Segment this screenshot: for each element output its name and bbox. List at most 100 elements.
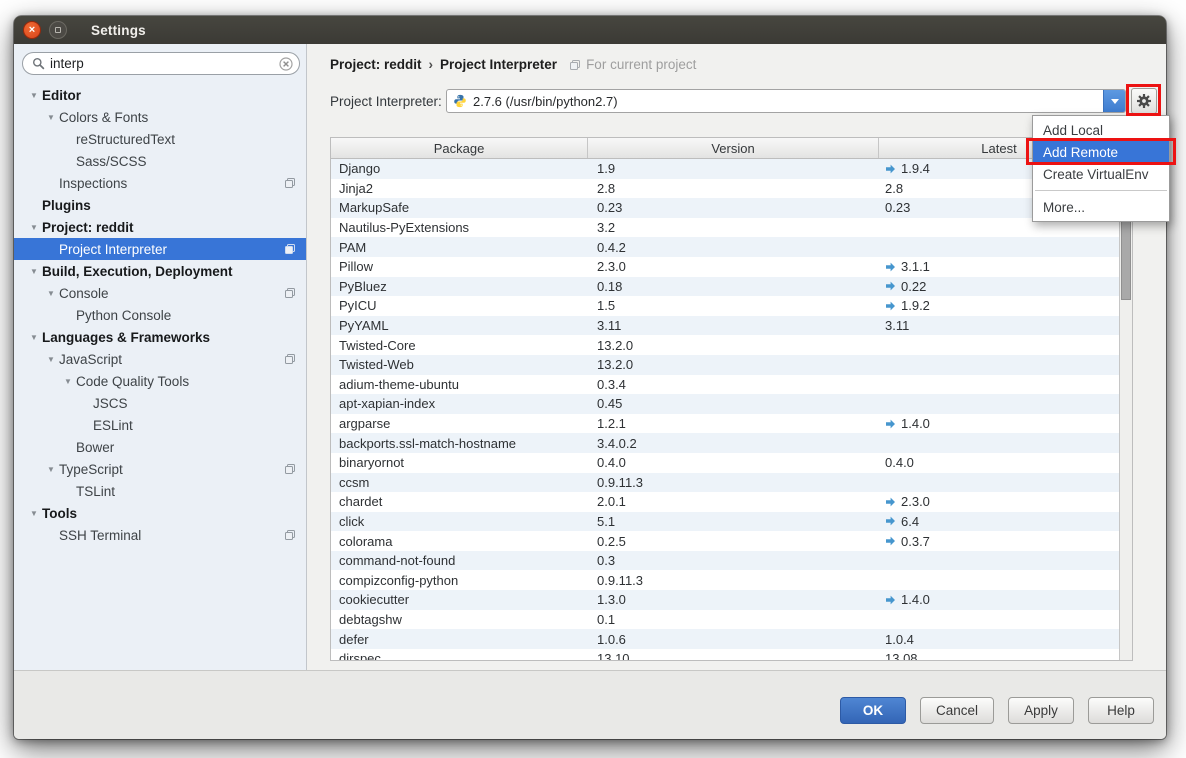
table-row-jinja2[interactable]: Jinja22.82.8 <box>331 179 1119 199</box>
annotation-box-gear <box>1126 84 1161 116</box>
sidebar-item-jscs[interactable]: JSCS <box>14 392 306 414</box>
package-version: 5.1 <box>588 514 879 529</box>
breadcrumb: Project: reddit › Project Interpreter Fo… <box>330 57 696 72</box>
package-latest: 3.11 <box>879 318 1119 333</box>
table-row-pyyaml[interactable]: PyYAML3.113.11 <box>331 316 1119 336</box>
upgrade-arrow-icon <box>885 536 896 546</box>
package-name: compizconfig-python <box>331 573 588 588</box>
table-row-ccsm[interactable]: ccsm0.9.11.3 <box>331 473 1119 493</box>
latest-version-text: 0.23 <box>885 200 910 215</box>
help-button[interactable]: Help <box>1088 697 1154 724</box>
table-scrollbar[interactable] <box>1119 159 1132 660</box>
table-row-click[interactable]: click5.16.4 <box>331 512 1119 532</box>
sidebar-item-label: Inspections <box>59 176 127 191</box>
settings-copy-icon <box>284 177 296 189</box>
sidebar-item-code-quality-tools[interactable]: ▼Code Quality Tools <box>14 370 306 392</box>
table-row-pybluez[interactable]: PyBluez0.180.22 <box>331 277 1119 297</box>
sidebar-item-tslint[interactable]: TSLint <box>14 480 306 502</box>
sidebar-item-plugins[interactable]: Plugins <box>14 194 306 216</box>
sidebar-item-label: Build, Execution, Deployment <box>42 264 233 279</box>
sidebar-item-typescript[interactable]: ▼TypeScript <box>14 458 306 480</box>
table-row-pillow[interactable]: Pillow2.3.03.1.1 <box>331 257 1119 277</box>
ok-button[interactable]: OK <box>840 697 906 724</box>
upgrade-arrow-icon <box>885 281 896 291</box>
table-row-apt-xapian-index[interactable]: apt-xapian-index0.45 <box>331 394 1119 414</box>
chevron-down-icon[interactable]: ▼ <box>26 509 42 518</box>
table-row-compizconfig-python[interactable]: compizconfig-python0.9.11.3 <box>331 570 1119 590</box>
sidebar-item-eslint[interactable]: ESLint <box>14 414 306 436</box>
for-current-project-label: For current project <box>586 57 696 72</box>
table-row-django[interactable]: Django1.91.9.4 <box>331 159 1119 179</box>
table-row-argparse[interactable]: argparse1.2.11.4.0 <box>331 414 1119 434</box>
sidebar-item-label: TypeScript <box>59 462 123 477</box>
sidebar-item-project-interpreter[interactable]: Project Interpreter <box>14 238 306 260</box>
chevron-down-icon[interactable]: ▼ <box>26 91 42 100</box>
sidebar-item-console[interactable]: ▼Console <box>14 282 306 304</box>
breadcrumb-separator: › <box>429 57 434 72</box>
close-button[interactable]: × <box>23 21 41 39</box>
table-row-nautilus-pyextensions[interactable]: Nautilus-PyExtensions3.2 <box>331 218 1119 238</box>
sidebar-item-languages-frameworks[interactable]: ▼Languages & Frameworks <box>14 326 306 348</box>
sidebar-item-javascript[interactable]: ▼JavaScript <box>14 348 306 370</box>
sidebar-item-editor[interactable]: ▼Editor <box>14 84 306 106</box>
search-icon <box>32 57 45 70</box>
table-row-binaryornot[interactable]: binaryornot0.4.00.4.0 <box>331 453 1119 473</box>
chevron-down-icon[interactable]: ▼ <box>26 267 42 276</box>
table-row-debtagshw[interactable]: debtagshw0.1 <box>331 610 1119 630</box>
search-input[interactable] <box>50 56 279 71</box>
sidebar-item-tools[interactable]: ▼Tools <box>14 502 306 524</box>
package-name: argparse <box>331 416 588 431</box>
sidebar-item-python-console[interactable]: Python Console <box>14 304 306 326</box>
menu-item-create-virtualenv[interactable]: Create VirtualEnv <box>1033 163 1169 185</box>
package-version: 0.45 <box>588 396 879 411</box>
interpreter-combobox[interactable]: 2.7.6 (/usr/bin/python2.7) <box>446 89 1126 113</box>
latest-version-text: 1.0.4 <box>885 632 914 647</box>
table-row-adium-theme-ubuntu[interactable]: adium-theme-ubuntu0.3.4 <box>331 375 1119 395</box>
chevron-down-icon[interactable]: ▼ <box>43 113 59 122</box>
package-name: PyBluez <box>331 279 588 294</box>
sidebar-item-sass-scss[interactable]: Sass/SCSS <box>14 150 306 172</box>
package-name: cookiecutter <box>331 592 588 607</box>
table-row-pyicu[interactable]: PyICU1.51.9.2 <box>331 296 1119 316</box>
chevron-down-icon[interactable]: ▼ <box>43 289 59 298</box>
chevron-down-icon[interactable]: ▼ <box>26 333 42 342</box>
apply-button[interactable]: Apply <box>1008 697 1074 724</box>
table-row-command-not-found[interactable]: command-not-found0.3 <box>331 551 1119 571</box>
package-name: Pillow <box>331 259 588 274</box>
chevron-down-icon[interactable]: ▼ <box>26 223 42 232</box>
sidebar-item-ssh-terminal[interactable]: SSH Terminal <box>14 524 306 546</box>
table-row-backports-ssl-match-hostname[interactable]: backports.ssl-match-hostname3.4.0.2 <box>331 433 1119 453</box>
chevron-down-icon[interactable]: ▼ <box>43 355 59 364</box>
sidebar-item-restructuredtext[interactable]: reStructuredText <box>14 128 306 150</box>
settings-search-box[interactable] <box>22 52 300 75</box>
breadcrumb-project[interactable]: Project: reddit <box>330 57 422 72</box>
table-row-dirspec[interactable]: dirspec13.1013.08 <box>331 649 1119 660</box>
cancel-button[interactable]: Cancel <box>920 697 994 724</box>
table-row-chardet[interactable]: chardet2.0.12.3.0 <box>331 492 1119 512</box>
menu-item-more[interactable]: More... <box>1033 196 1169 218</box>
sidebar-item-bower[interactable]: Bower <box>14 436 306 458</box>
table-row-markupsafe[interactable]: MarkupSafe0.230.23 <box>331 198 1119 218</box>
clear-search-icon[interactable] <box>279 57 293 71</box>
sidebar-item-inspections[interactable]: Inspections <box>14 172 306 194</box>
package-version: 3.11 <box>588 318 879 333</box>
table-row-pam[interactable]: PAM0.4.2 <box>331 237 1119 257</box>
chevron-down-icon[interactable]: ▼ <box>60 377 76 386</box>
table-row-defer[interactable]: defer1.0.61.0.4 <box>331 629 1119 649</box>
package-version: 0.1 <box>588 612 879 627</box>
sidebar-item-project-reddit[interactable]: ▼Project: reddit <box>14 216 306 238</box>
table-row-cookiecutter[interactable]: cookiecutter1.3.01.4.0 <box>331 590 1119 610</box>
sidebar-item-build-execution-deployment[interactable]: ▼Build, Execution, Deployment <box>14 260 306 282</box>
package-version: 0.2.5 <box>588 534 879 549</box>
column-header-version[interactable]: Version <box>588 138 879 158</box>
maximize-button[interactable] <box>49 21 67 39</box>
sidebar-item-label: Editor <box>42 88 81 103</box>
table-row-colorama[interactable]: colorama0.2.50.3.7 <box>331 531 1119 551</box>
interpreter-dropdown-button[interactable] <box>1103 90 1125 112</box>
table-row-twisted-core[interactable]: Twisted-Core13.2.0 <box>331 335 1119 355</box>
sidebar-item-colors-fonts[interactable]: ▼Colors & Fonts <box>14 106 306 128</box>
column-header-package[interactable]: Package <box>331 138 588 158</box>
latest-version-text: 1.9.2 <box>901 298 930 313</box>
chevron-down-icon[interactable]: ▼ <box>43 465 59 474</box>
table-row-twisted-web[interactable]: Twisted-Web13.2.0 <box>331 355 1119 375</box>
